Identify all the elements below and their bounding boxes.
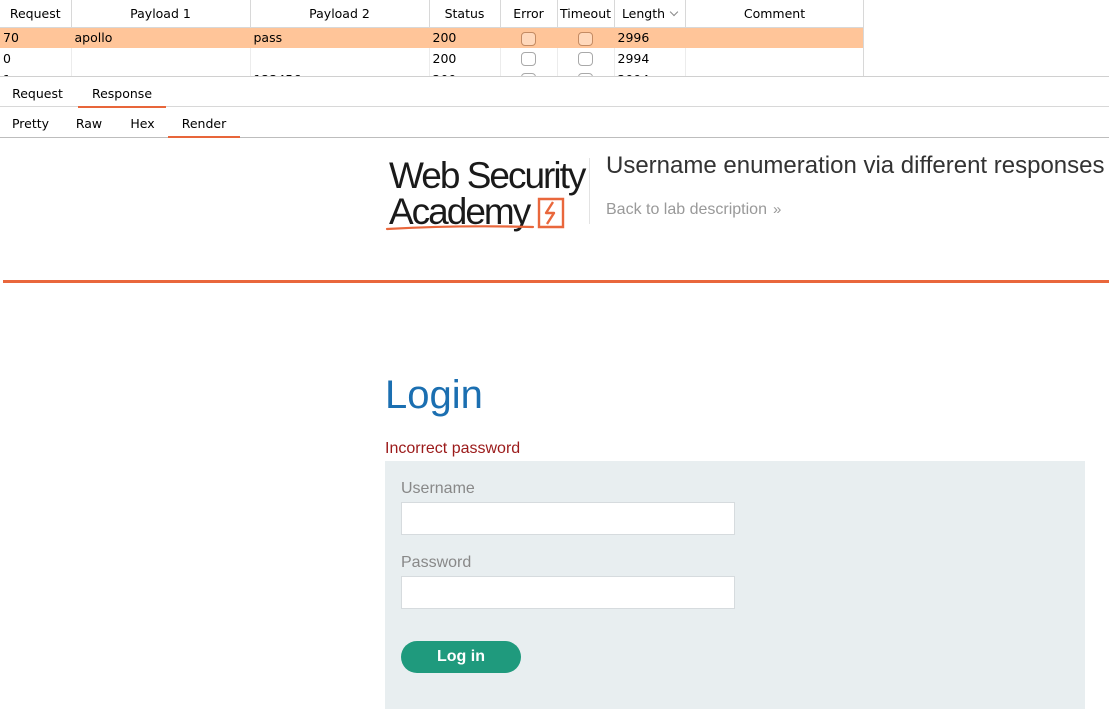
tab-response[interactable]: Response xyxy=(78,77,166,108)
logo-underline xyxy=(385,225,535,231)
table-row[interactable]: 1 … 123456 200 2994 xyxy=(0,69,863,76)
back-link-label: Back to lab description xyxy=(606,201,767,218)
cell-timeout xyxy=(557,48,615,69)
table-row[interactable]: 0 200 2994 xyxy=(0,48,863,69)
cell-comment[interactable] xyxy=(685,48,863,69)
error-checkbox xyxy=(521,31,536,46)
page-title: Login xyxy=(385,373,483,417)
sort-descending-icon xyxy=(669,7,679,16)
tab-render[interactable]: Render xyxy=(168,107,240,138)
error-checkbox xyxy=(521,52,536,67)
table-header-row: Request Payload 1 Payload 2 Status Error… xyxy=(0,0,863,28)
login-form: Username Password Log in xyxy=(385,461,1085,709)
web-security-academy-logo[interactable]: Web Security Academy xyxy=(385,155,590,233)
error-message: Incorrect password xyxy=(385,440,521,457)
cell-error xyxy=(500,69,558,76)
cell-payload1: apollo xyxy=(71,27,251,48)
username-input[interactable] xyxy=(401,502,735,535)
cell-payload2: pass xyxy=(250,27,430,48)
cell-comment[interactable] xyxy=(685,69,863,76)
double-chevron-right-icon: » xyxy=(772,201,782,218)
timeout-checkbox xyxy=(578,52,593,67)
table-row[interactable]: 70 apollo pass 200 2996 xyxy=(0,27,863,48)
header-rule xyxy=(3,280,1109,283)
column-header-timeout[interactable]: Timeout xyxy=(557,0,615,28)
cell-length: 2996 xyxy=(614,27,686,48)
cell-payload1: … xyxy=(71,69,251,76)
cell-request: 1 xyxy=(0,69,72,76)
back-to-lab-link[interactable]: Back to lab description » xyxy=(606,201,781,219)
rendered-response: Web Security Academy Username enumeratio… xyxy=(0,138,1109,709)
column-header-error[interactable]: Error xyxy=(500,0,558,28)
cell-payload2: 123456 xyxy=(250,69,430,76)
lab-title: Username enumeration via different respo… xyxy=(606,152,1105,179)
login-button[interactable]: Log in xyxy=(401,641,521,673)
tab-request[interactable]: Request xyxy=(0,77,75,107)
cell-error xyxy=(500,48,558,69)
cell-status: 200 xyxy=(429,48,501,69)
tab-raw[interactable]: Raw xyxy=(61,107,117,137)
column-header-length[interactable]: Length xyxy=(614,0,686,28)
cell-payload2 xyxy=(250,48,430,69)
view-tabs: Pretty Raw Hex Render xyxy=(0,107,1109,138)
cell-status: 200 xyxy=(429,69,501,76)
column-header-payload1[interactable]: Payload 1 xyxy=(71,0,251,28)
cell-comment[interactable] xyxy=(685,27,863,48)
cell-length: 2994 xyxy=(614,48,686,69)
tab-hex[interactable]: Hex xyxy=(117,107,168,137)
username-label: Username xyxy=(401,480,475,497)
tab-pretty[interactable]: Pretty xyxy=(0,107,61,137)
intruder-results-table: Request Payload 1 Payload 2 Status Error… xyxy=(0,0,864,76)
message-tabs: Request Response xyxy=(0,76,1109,108)
lightning-icon xyxy=(537,197,565,229)
column-header-comment[interactable]: Comment xyxy=(685,0,863,28)
cell-request: 70 xyxy=(0,27,72,48)
column-header-status[interactable]: Status xyxy=(429,0,501,28)
password-input[interactable] xyxy=(401,576,735,609)
column-header-request[interactable]: Request xyxy=(0,0,72,28)
logo-line1: Web Security xyxy=(389,155,586,196)
cell-timeout xyxy=(557,27,615,48)
column-header-payload2[interactable]: Payload 2 xyxy=(250,0,430,28)
cell-timeout xyxy=(557,69,615,76)
password-label: Password xyxy=(401,554,472,571)
cell-status: 200 xyxy=(429,27,501,48)
cell-payload1 xyxy=(71,48,251,69)
timeout-checkbox xyxy=(578,31,593,46)
cell-error xyxy=(500,27,558,48)
header-divider xyxy=(589,158,590,224)
column-header-length-label: Length xyxy=(621,5,666,21)
cell-request: 0 xyxy=(0,48,72,69)
cell-length: 2994 xyxy=(614,69,686,76)
